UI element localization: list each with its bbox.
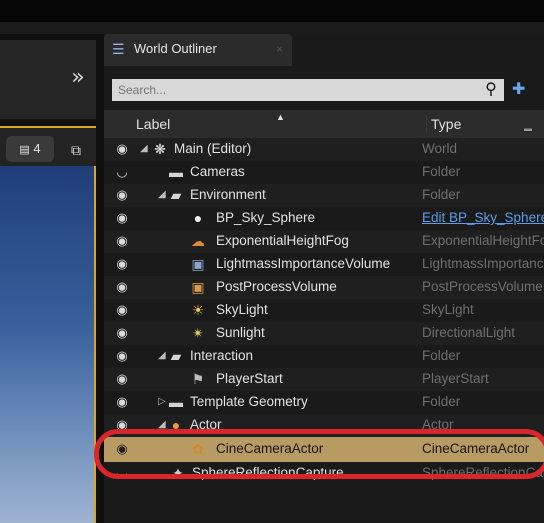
list-item[interactable]: ◉ ▣ PostProcessVolume PostProcessVolume — [104, 276, 544, 299]
row-label: LightmassImportanceVolume — [216, 256, 391, 271]
expand-arrow-icon[interactable]: ◢ — [140, 141, 150, 157]
row-type: SkyLight — [422, 302, 474, 317]
search-input[interactable] — [112, 79, 504, 101]
add-actor-icon[interactable]: ✚ — [512, 80, 532, 100]
volume-icon: ▣ — [191, 279, 205, 295]
visibility-eye-icon[interactable]: ◉ — [114, 348, 130, 364]
visibility-eye-icon[interactable]: ◉ — [114, 371, 130, 387]
row-label: Template Geometry — [190, 394, 308, 409]
row-type: World — [422, 141, 458, 156]
list-item[interactable]: ◉ ☁ ExponentialHeightFog ExponentialHeig… — [104, 230, 544, 253]
fog-icon: ☁ — [191, 233, 205, 249]
visibility-eye-icon[interactable]: ◉ — [114, 187, 130, 203]
row-type: PlayerStart — [422, 371, 489, 386]
sun-icon: ✴ — [192, 325, 204, 341]
outliner-list-icon: ☰ — [112, 41, 125, 57]
list-item[interactable]: ◉ ▣ LightmassImportanceVolume LightmassI… — [104, 253, 544, 276]
row-label: Interaction — [190, 348, 254, 363]
visibility-eye-icon[interactable]: ◉ — [114, 141, 130, 157]
expand-panel-button[interactable]: » — [64, 64, 92, 92]
visibility-eye-icon[interactable]: ◉ — [114, 279, 130, 295]
row-label: PostProcessVolume — [216, 279, 337, 294]
column-label[interactable]: Label — [136, 116, 170, 132]
tab-title: World Outliner — [134, 41, 217, 56]
row-label: Main (Editor) — [174, 141, 252, 156]
row-label: SkyLight — [216, 302, 268, 317]
list-item[interactable]: ◉ ◢ ▰ Interaction Folder — [104, 345, 544, 368]
row-type: Folder — [422, 348, 461, 363]
visibility-eye-icon[interactable]: ◉ — [114, 302, 130, 318]
volume-icon: ▣ — [191, 256, 205, 272]
row-type: LightmassImportanceVolume — [422, 256, 544, 271]
list-item[interactable]: ◉ ☀ SkyLight SkyLight — [104, 299, 544, 322]
row-label: BP_Sky_Sphere — [216, 210, 316, 225]
sort-ascending-icon: ▲ — [276, 112, 285, 122]
close-icon[interactable]: × — [276, 42, 283, 56]
camera-icon: ▤ — [19, 144, 30, 156]
row-type: DirectionalLight — [422, 325, 516, 340]
chevron-down-icon[interactable]: ▬ — [524, 124, 532, 133]
camera-speed-value: 4 — [33, 141, 41, 156]
viewport[interactable] — [0, 166, 96, 523]
top-bar — [0, 0, 544, 34]
row-label: Environment — [190, 187, 266, 202]
row-type: Folder — [422, 394, 461, 409]
search-row: ⚲ ✚ — [104, 78, 544, 102]
camera-speed-badge[interactable]: ▤ 4 — [6, 136, 54, 162]
list-item[interactable]: ◡ ▬ Cameras Folder — [104, 161, 544, 184]
list-item[interactable]: ◉ ◢ ❋ Main (Editor) World — [104, 138, 544, 161]
folder-icon: ▬ — [169, 394, 183, 410]
annotation-highlight-ring — [94, 429, 544, 479]
player-start-icon: ⚑ — [191, 371, 205, 387]
visibility-eye-icon[interactable]: ◡ — [114, 164, 130, 180]
row-label: Sunlight — [216, 325, 265, 340]
list-item[interactable]: ◉ ● BP_Sky_Sphere Edit BP_Sky_Sphere — [104, 207, 544, 230]
row-label: Cameras — [190, 164, 245, 179]
row-type: Folder — [422, 164, 461, 179]
folder-icon: ▬ — [169, 164, 183, 180]
visibility-eye-icon[interactable]: ◉ — [114, 233, 130, 249]
folder-open-icon: ▰ — [170, 187, 182, 203]
visibility-eye-icon[interactable]: ◉ — [114, 325, 130, 341]
list-item[interactable]: ◉ ⚑ PlayerStart PlayerStart — [104, 368, 544, 391]
list-item[interactable]: ◉ ◢ ▰ Environment Folder — [104, 184, 544, 207]
folder-open-icon: ▰ — [170, 348, 182, 364]
row-label: ExponentialHeightFog — [216, 233, 349, 248]
search-icon[interactable]: ⚲ — [482, 81, 500, 99]
column-type[interactable]: Type — [426, 116, 461, 132]
sphere-icon: ● — [193, 210, 203, 226]
tab-world-outliner[interactable]: ☰ World Outliner × — [104, 34, 292, 66]
row-type: PostProcessVolume — [422, 279, 543, 294]
row-type: ExponentialHeightFog — [422, 233, 544, 248]
visibility-eye-icon[interactable]: ◉ — [114, 256, 130, 272]
visibility-eye-icon[interactable]: ◉ — [114, 394, 130, 410]
visibility-eye-icon[interactable]: ◉ — [114, 210, 130, 226]
top-bar-strip — [0, 22, 544, 34]
skylight-icon: ☀ — [191, 302, 205, 318]
list-item[interactable]: ◉ ▷ ▬ Template Geometry Folder — [104, 391, 544, 414]
column-header: Label ▲ Type ▬ — [104, 110, 544, 138]
maximize-viewport-button[interactable]: ⧉ — [66, 140, 86, 160]
world-icon: ❋ — [154, 141, 166, 157]
row-label: PlayerStart — [216, 371, 283, 386]
edit-blueprint-link[interactable]: Edit BP_Sky_Sphere — [422, 210, 544, 225]
list-item[interactable]: ◉ ✴ Sunlight DirectionalLight — [104, 322, 544, 345]
row-type: Folder — [422, 187, 461, 202]
